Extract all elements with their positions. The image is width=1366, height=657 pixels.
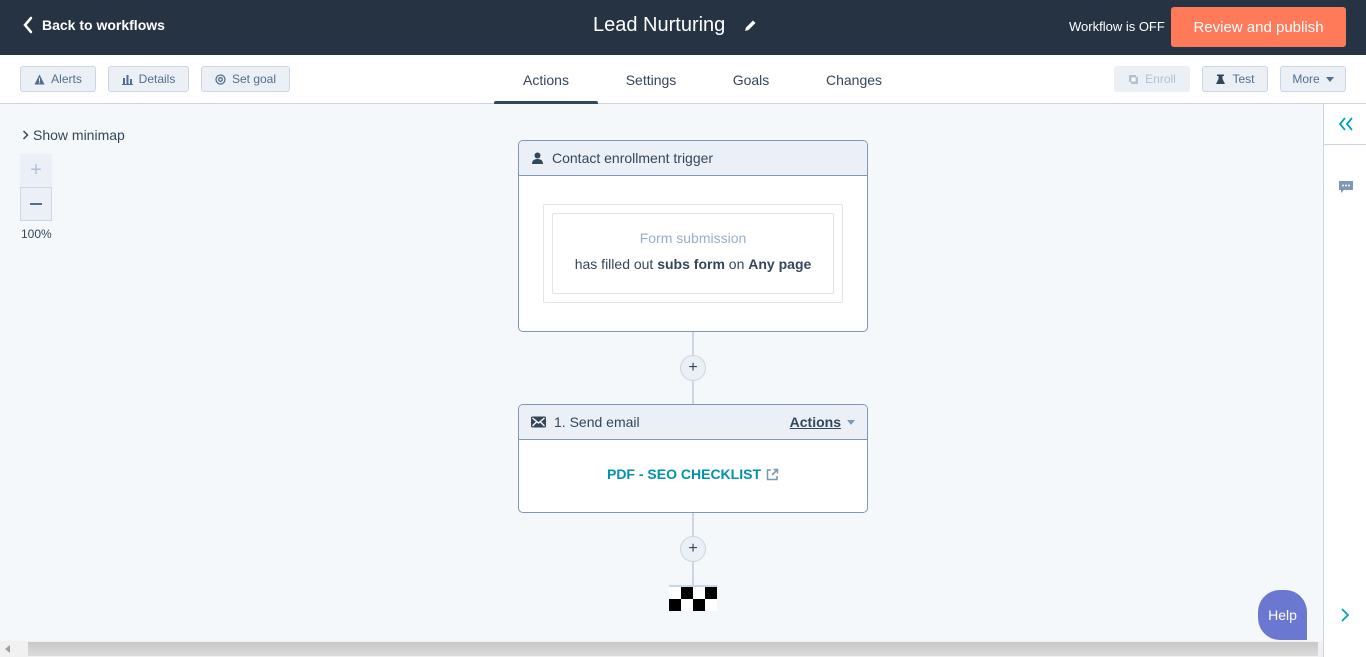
email-name: PDF - SEO CHECKLIST	[606, 466, 761, 482]
tab-actions[interactable]: Actions	[494, 55, 598, 105]
plus-icon: +	[688, 540, 698, 557]
actions-label: Actions	[789, 414, 841, 430]
contact-icon	[532, 152, 543, 164]
workflow-canvas[interactable]: Show minimap + 100% + + Contact enrollme…	[0, 104, 1323, 641]
email-name-link[interactable]: PDF - SEO CHECKLIST	[519, 466, 867, 482]
trigger-title: Contact enrollment trigger	[552, 150, 714, 166]
details-label: Details	[138, 72, 176, 86]
alerts-label: Alerts	[51, 72, 82, 86]
chevron-right-icon	[22, 130, 29, 140]
tab-actions-label: Actions	[523, 71, 569, 88]
test-button[interactable]: Test	[1202, 66, 1268, 92]
action-card-header: 1. Send email Actions	[519, 405, 867, 440]
add-action-button[interactable]: +	[680, 355, 706, 381]
horizontal-scrollbar[interactable]	[0, 641, 1323, 657]
filter-middle: on	[728, 256, 745, 272]
tab-changes-label: Changes	[825, 71, 883, 88]
top-bar: Back to workflows Lead Nurturing Workflo…	[0, 0, 1366, 55]
bar-chart-icon	[121, 74, 133, 85]
enroll-button[interactable]: Enroll	[1114, 66, 1190, 92]
expand-panel-button[interactable]	[1340, 607, 1350, 628]
caret-down-icon	[847, 419, 855, 425]
test-label: Test	[1232, 72, 1255, 86]
back-label: Back to workflows	[42, 17, 165, 33]
set-goal-label: Set goal	[231, 72, 277, 86]
tab-goals[interactable]: Goals	[704, 55, 798, 104]
tab-settings-label: Settings	[625, 71, 677, 88]
more-label: More	[1292, 72, 1320, 86]
add-action-button[interactable]: +	[680, 536, 706, 562]
tab-changes[interactable]: Changes	[798, 55, 910, 104]
scroll-left-arrow-icon[interactable]	[5, 645, 10, 653]
enroll-label: Enroll	[1145, 72, 1176, 86]
action-title: 1. Send email	[554, 414, 640, 430]
collapse-panel-button[interactable]	[1324, 104, 1366, 145]
filter-prefix: has filled out	[574, 256, 654, 272]
minus-icon	[30, 203, 42, 205]
caret-down-icon	[1325, 76, 1334, 82]
plus-icon: +	[688, 359, 698, 376]
comment-icon	[1339, 181, 1353, 193]
chevron-left-icon	[23, 16, 33, 34]
trigger-filter[interactable]: Form submission has filled out subs form…	[552, 213, 834, 294]
workflow-title: Lead Nurturing	[593, 14, 726, 36]
set-goal-button[interactable]: Set goal	[201, 66, 290, 92]
filter-form-name: subs form	[657, 256, 725, 272]
more-dropdown[interactable]: More	[1280, 66, 1346, 92]
scrollbar-thumb[interactable]	[28, 642, 1318, 656]
chevron-right-icon	[1341, 608, 1350, 622]
tab-goals-label: Goals	[732, 71, 770, 88]
actions-dropdown[interactable]: Actions	[790, 414, 855, 430]
trigger-filter-group: Form submission has filled out subs form…	[543, 204, 843, 303]
double-chevron-left-icon	[1338, 117, 1353, 131]
zoom-level: 100%	[21, 227, 52, 241]
filter-page: Any page	[748, 256, 812, 272]
filter-type: Form submission	[639, 230, 747, 246]
target-icon	[215, 73, 226, 85]
workflow-title-area: Lead Nurturing	[593, 14, 757, 37]
filter-description: has filled out subs form on Any page	[553, 256, 833, 272]
enroll-icon	[1129, 74, 1139, 84]
comments-button[interactable]	[1338, 180, 1354, 199]
tab-settings[interactable]: Settings	[598, 55, 704, 104]
show-minimap-toggle[interactable]: Show minimap	[22, 127, 125, 143]
zoom-in-button[interactable]: +	[20, 154, 52, 187]
details-button[interactable]: Details	[108, 66, 189, 92]
external-link-icon	[766, 468, 779, 480]
warning-icon	[34, 74, 45, 84]
toolbar: Alerts Details Set goal Actions Settings…	[0, 55, 1366, 105]
workflow-tabs: Actions Settings Goals Changes	[494, 55, 910, 105]
help-button[interactable]: Help	[1258, 590, 1307, 640]
zoom-out-button[interactable]	[20, 187, 52, 221]
trigger-card-header: Contact enrollment trigger	[519, 141, 867, 176]
plus-icon: +	[30, 159, 42, 181]
workflow-status: Workflow is OFF	[1069, 19, 1165, 34]
flask-icon	[1216, 74, 1226, 84]
show-minimap-label: Show minimap	[33, 127, 125, 143]
alerts-button[interactable]: Alerts	[20, 66, 96, 92]
send-email-action-card[interactable]: 1. Send email Actions PDF - SEO CHECKLIS…	[518, 404, 868, 513]
workflow-end-flag-icon	[669, 585, 717, 611]
review-and-publish-button[interactable]: Review and publish	[1171, 7, 1346, 47]
envelope-icon	[531, 416, 546, 428]
pencil-icon[interactable]	[743, 19, 757, 33]
right-side-panel	[1323, 104, 1366, 657]
enrollment-trigger-card[interactable]: Contact enrollment trigger Form submissi…	[518, 140, 868, 332]
back-to-workflows-link[interactable]: Back to workflows	[22, 16, 165, 34]
